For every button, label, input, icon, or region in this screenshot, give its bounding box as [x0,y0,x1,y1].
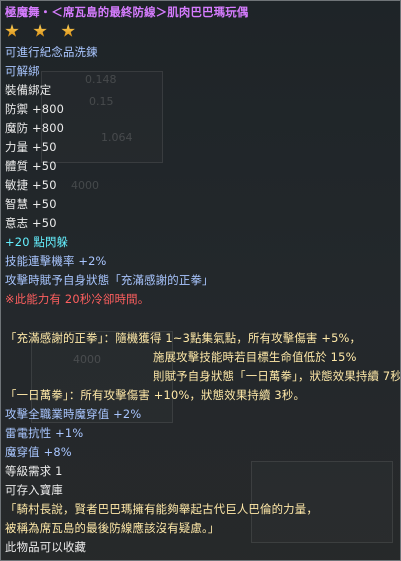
stat-dexterity: 敏捷 +50 [5,178,57,192]
cooldown-note: ※此能力有 20秒冷卻時間。 [5,292,150,306]
item-rating [5,23,84,41]
storable-text: 可存入寶庫 [5,483,63,497]
level-requirement: 等級需求 1 [5,464,63,478]
buff-description-2: 施展攻擊技能時若目標生命值低於 15% [153,350,357,364]
buff-description-3: 則賦予自身狀態「一日萬拳」，狀態效果持續 7秒。 [153,369,401,383]
buff-description-4: 「一日萬拳」：所有攻擊傷害 +10%，狀態效果持續 3秒。 [5,388,306,402]
unbindable-text: 可解綁 [5,64,40,78]
background-text: 4000 [73,353,101,366]
stat-lightning-resist: 雷電抗性 +1% [5,426,84,440]
flavor-text-2: 被稱為席瓦島的最後防線應該沒有疑慮。」 [5,521,220,535]
stat-evasion: +20 點閃躲 [5,235,69,249]
collectible-text: 此物品可以收藏 [5,540,87,554]
background-text: 0.148 [85,73,117,86]
star-icon [33,24,47,37]
stat-magic-penetration-all: 攻擊全職業時魔穿值 +2% [5,407,142,421]
souvenir-refine-text: 可進行紀念品洗鍊 [5,45,98,59]
stat-constitution: 體質 +50 [5,159,57,173]
background-text: 4000 [71,179,99,192]
star-icon [61,24,75,37]
background-text: 1.064 [101,131,133,144]
item-tooltip: 0.148 0.15 1.064 4000 4000 極魔舞・＜席瓦島的最終防線… [0,0,401,561]
stat-magic-defense: 魔防 +800 [5,121,65,135]
item-title: 極魔舞・＜席瓦島的最終防線＞肌肉巴巴瑪玩偶 [5,5,249,19]
star-icon [5,24,19,37]
stat-strength: 力量 +50 [5,140,57,154]
stat-magic-penetration: 魔穿值 +8% [5,445,72,459]
background-text: 0.15 [89,95,114,108]
stat-combo-rate: 技能連擊機率 +2% [5,254,107,268]
equip-bound-text: 裝備綁定 [5,83,52,97]
stat-defense: 防禦 +800 [5,102,65,116]
flavor-text-1: 「騎村長說，賢者巴巴瑪擁有能夠舉起古代巨人巴倫的力量， [5,502,318,516]
proc-effect-text: 攻擊時賦予自身狀態「充滿感謝的正拳」 [5,273,214,287]
buff-description-1: 「充滿感謝的正拳」：隨機獲得 1~3點集氣點，所有攻擊傷害 +5%， [5,331,362,345]
stat-intelligence: 智慧 +50 [5,197,57,211]
stat-will: 意志 +50 [5,216,57,230]
